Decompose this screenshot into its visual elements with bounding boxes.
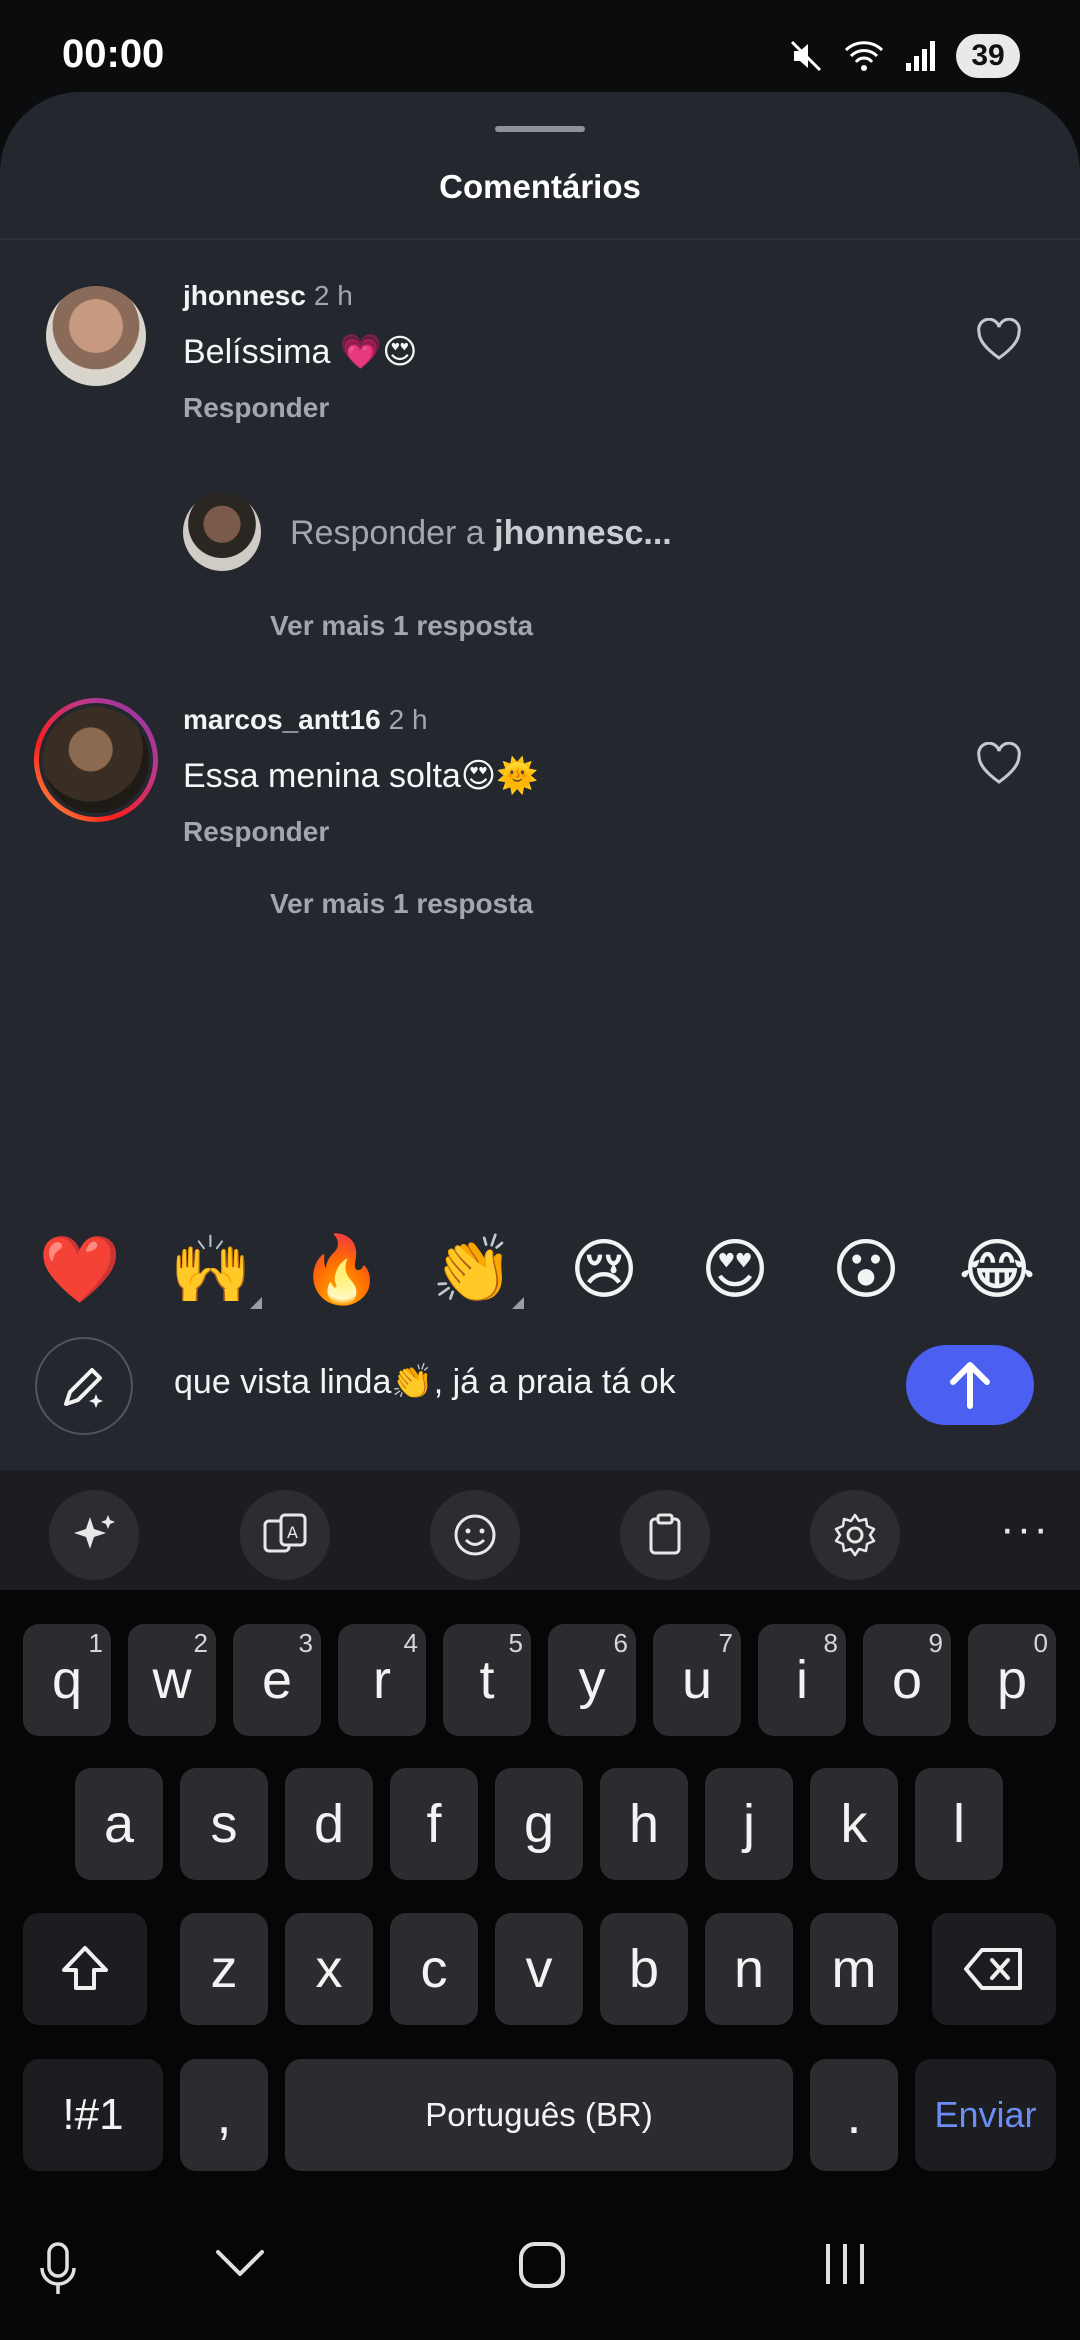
system-nav-bar bbox=[0, 2200, 1080, 2340]
story-ring-avatar[interactable] bbox=[34, 698, 158, 822]
key-b[interactable]: b bbox=[600, 1913, 688, 2025]
clipboard-icon[interactable] bbox=[620, 1490, 710, 1580]
reply-button[interactable]: Responder bbox=[183, 392, 329, 424]
ai-sparkle-icon[interactable] bbox=[49, 1490, 139, 1580]
mute-icon bbox=[788, 38, 824, 74]
arrow-up-icon bbox=[950, 1362, 990, 1409]
key-q[interactable]: q1 bbox=[23, 1624, 111, 1736]
svg-text:A: A bbox=[287, 1523, 298, 1542]
reply-prompt[interactable]: Responder a jhonnesc... bbox=[290, 514, 672, 553]
wifi-icon bbox=[842, 38, 886, 74]
comment-username[interactable]: marcos_antt16 2 h bbox=[183, 704, 428, 736]
key-g[interactable]: g bbox=[495, 1768, 583, 1880]
key-f[interactable]: f bbox=[390, 1768, 478, 1880]
emoji-raising-hands[interactable]: 🙌 bbox=[166, 1225, 262, 1315]
avatar[interactable] bbox=[46, 286, 146, 386]
like-heart-icon[interactable] bbox=[975, 317, 1023, 367]
drag-handle[interactable] bbox=[495, 126, 585, 132]
emoji-icon[interactable] bbox=[430, 1490, 520, 1580]
reply-button[interactable]: Responder bbox=[183, 816, 329, 848]
key-j[interactable]: j bbox=[705, 1768, 793, 1880]
hide-keyboard-chevron-icon[interactable] bbox=[214, 2246, 266, 2285]
comma-key[interactable]: , bbox=[180, 2059, 268, 2171]
sheet-title: Comentários bbox=[439, 168, 641, 205]
comment-username[interactable]: jhonnesc 2 h bbox=[183, 280, 353, 312]
emoji-heart-eyes[interactable]: 😍 bbox=[690, 1225, 780, 1315]
comment-text: Essa menina solta😍🌞 bbox=[183, 757, 539, 795]
key-y[interactable]: y6 bbox=[548, 1624, 636, 1736]
home-button-icon[interactable] bbox=[517, 2240, 567, 2295]
microphone-icon[interactable] bbox=[36, 2240, 80, 2303]
key-x[interactable]: x bbox=[285, 1913, 373, 2025]
key-a[interactable]: a bbox=[75, 1768, 163, 1880]
key-s[interactable]: s bbox=[180, 1768, 268, 1880]
emoji-crying[interactable]: 😢 bbox=[559, 1225, 649, 1315]
key-l[interactable]: l bbox=[915, 1768, 1003, 1880]
enter-key[interactable]: Enviar bbox=[915, 2059, 1056, 2171]
shift-arrow-icon bbox=[62, 1946, 108, 1990]
emoji-laughing[interactable]: 😂 bbox=[952, 1225, 1042, 1315]
keyboard: q1 w2 e3 r4 t5 y6 u7 i8 o9 p0 a s d f g … bbox=[0, 1590, 1080, 2200]
recent-apps-icon[interactable] bbox=[820, 2240, 870, 2293]
status-bar: 00:00 39 bbox=[0, 0, 1080, 100]
key-c[interactable]: c bbox=[390, 1913, 478, 2025]
comment-input[interactable]: que vista linda👏, já a praia tá ok bbox=[174, 1362, 676, 1402]
pencil-sparkle-icon bbox=[64, 1368, 103, 1408]
key-i[interactable]: i8 bbox=[758, 1624, 846, 1736]
key-e[interactable]: e3 bbox=[233, 1624, 321, 1736]
send-button[interactable] bbox=[906, 1345, 1034, 1425]
key-w[interactable]: w2 bbox=[128, 1624, 216, 1736]
space-key[interactable]: Português (BR) bbox=[285, 2059, 793, 2171]
status-icons: 39 bbox=[788, 34, 1020, 78]
backspace-icon bbox=[964, 1948, 1022, 1990]
comment-time: 2 h bbox=[388, 704, 428, 735]
settings-gear-icon[interactable] bbox=[810, 1490, 900, 1580]
signal-icon bbox=[904, 39, 938, 73]
key-r[interactable]: r4 bbox=[338, 1624, 426, 1736]
status-time: 00:00 bbox=[62, 32, 165, 76]
key-n[interactable]: n bbox=[705, 1913, 793, 2025]
keyboard-toolbar: A ··· bbox=[0, 1470, 1080, 1590]
like-heart-icon[interactable] bbox=[975, 741, 1023, 791]
emoji-clap[interactable]: 👏 bbox=[428, 1225, 524, 1315]
key-k[interactable]: k bbox=[810, 1768, 898, 1880]
emoji-heart[interactable]: ❤️ bbox=[35, 1225, 125, 1315]
shift-key[interactable] bbox=[23, 1913, 147, 2025]
my-avatar bbox=[183, 493, 261, 571]
emoji-surprised[interactable]: 😮 bbox=[821, 1225, 911, 1315]
key-d[interactable]: d bbox=[285, 1768, 373, 1880]
backspace-key[interactable] bbox=[932, 1913, 1056, 2025]
comment-time: 2 h bbox=[313, 280, 353, 311]
emoji-fire[interactable]: 🔥 bbox=[297, 1225, 387, 1315]
divider bbox=[0, 238, 1080, 240]
view-more-replies[interactable]: Ver mais 1 resposta bbox=[270, 888, 533, 920]
key-v[interactable]: v bbox=[495, 1913, 583, 2025]
emoji-quick-bar: ❤️ 🙌 🔥 👏 😢 😍 😮 😂 bbox=[0, 1225, 1080, 1325]
ai-compose-button[interactable] bbox=[35, 1337, 133, 1435]
symbols-key[interactable]: !#1 bbox=[23, 2059, 163, 2171]
battery-indicator: 39 bbox=[956, 34, 1020, 78]
key-m[interactable]: m bbox=[810, 1913, 898, 2025]
comment-text: Belíssima 💗😍 bbox=[183, 333, 418, 371]
key-h[interactable]: h bbox=[600, 1768, 688, 1880]
translate-icon[interactable]: A bbox=[240, 1490, 330, 1580]
more-options-icon[interactable]: ··· bbox=[1000, 1504, 1050, 1554]
key-z[interactable]: z bbox=[180, 1913, 268, 2025]
key-u[interactable]: u7 bbox=[653, 1624, 741, 1736]
key-p[interactable]: p0 bbox=[968, 1624, 1056, 1736]
key-o[interactable]: o9 bbox=[863, 1624, 951, 1736]
view-more-replies[interactable]: Ver mais 1 resposta bbox=[270, 610, 533, 642]
period-key[interactable]: . bbox=[810, 2059, 898, 2171]
key-t[interactable]: t5 bbox=[443, 1624, 531, 1736]
